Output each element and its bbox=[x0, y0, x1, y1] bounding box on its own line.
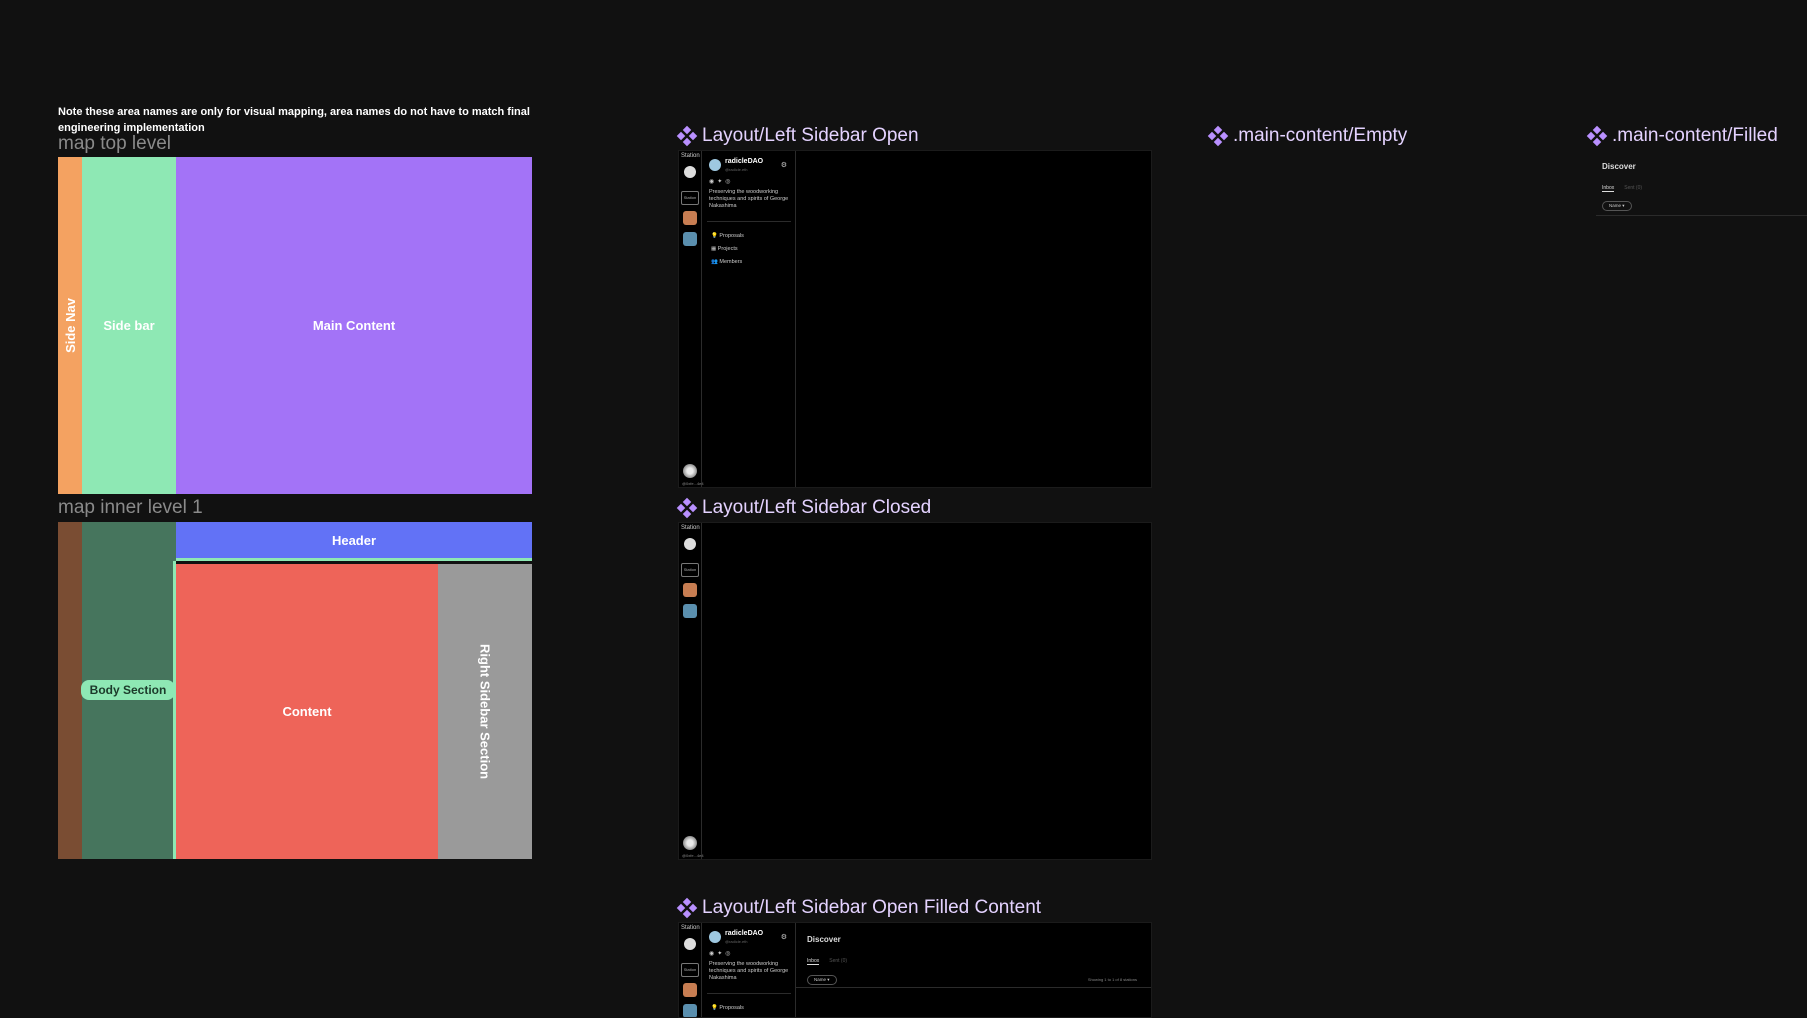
map-side-nav-label: Side Nav bbox=[62, 298, 78, 353]
station-avatar-icon[interactable] bbox=[683, 583, 697, 597]
explore-icon[interactable] bbox=[684, 938, 696, 950]
station-avatar-icon[interactable] bbox=[683, 1004, 697, 1017]
map-content: Content bbox=[176, 564, 438, 859]
org-description: Preserving the woodworking techniques an… bbox=[709, 961, 789, 981]
frame-title-sidebar-closed: Layout/Left Sidebar Closed bbox=[676, 497, 932, 519]
tab-bar: Inbox Sent (0) bbox=[1602, 185, 1642, 192]
frame-sidebar-closed: Station Station @0xfe...4e4 bbox=[678, 522, 1152, 860]
map-top-diagram: Side Nav Side bar Main Content bbox=[58, 157, 532, 494]
sidebar-item-proposals[interactable]: 💡 Proposals bbox=[711, 233, 744, 239]
side-nav-rail: Station Station @0xfe...4e4 bbox=[679, 151, 704, 487]
frame-title-text: Layout/Left Sidebar Open bbox=[702, 125, 919, 146]
name-filter-dropdown[interactable]: Name ▾ bbox=[1602, 201, 1632, 211]
rail-station-active[interactable]: Station bbox=[681, 963, 699, 977]
name-filter-dropdown[interactable]: Name ▾ bbox=[807, 975, 837, 985]
tab-sent[interactable]: Sent (0) bbox=[1624, 185, 1642, 192]
left-sidebar: radicleDAO @radicle.eth ⚙ ◉✦◎ Preserving… bbox=[701, 923, 796, 1017]
tab-bar: Inbox Sent (0) bbox=[807, 958, 847, 965]
side-nav-rail: Station Station bbox=[679, 923, 702, 1017]
content-divider bbox=[1596, 215, 1807, 216]
page-title: Discover bbox=[807, 935, 841, 944]
sidebar-item-label: Proposals bbox=[719, 233, 744, 239]
sidebar-item-label: Proposals bbox=[719, 1005, 744, 1011]
org-name: radicleDAO bbox=[725, 158, 764, 165]
org-avatar bbox=[709, 159, 721, 171]
map-inner-label: map inner level 1 bbox=[58, 497, 203, 518]
layout-note: Note these area names are only for visua… bbox=[58, 106, 530, 134]
social-icons[interactable]: ◉✦◎ bbox=[709, 178, 734, 185]
explore-icon[interactable] bbox=[684, 538, 696, 550]
page-title: Discover bbox=[1602, 162, 1636, 171]
gear-icon[interactable]: ⚙ bbox=[781, 161, 787, 169]
tab-inbox[interactable]: Inbox bbox=[807, 958, 820, 965]
map-top-label: map top level bbox=[58, 133, 172, 154]
rail-station-label: Station bbox=[681, 525, 700, 531]
frame-title-text: Layout/Left Sidebar Closed bbox=[702, 497, 932, 518]
rail-station-label: Station bbox=[681, 925, 700, 931]
side-nav-rail: Station Station @0xfe...4e4 bbox=[679, 523, 704, 859]
map-header-label: Header bbox=[331, 532, 377, 548]
main-content-filled: Discover Inbox Sent (0) Name ▾ Showing 1… bbox=[795, 923, 1151, 1017]
rail-user-address: @0xfe...4e4 bbox=[682, 853, 704, 858]
frame-title-main-filled: .main-content/Filled bbox=[1586, 125, 1778, 147]
sidebar-item-label: Members bbox=[719, 259, 743, 265]
content-divider bbox=[795, 987, 1151, 988]
map-body-section-badge: Body Section bbox=[81, 680, 175, 700]
frame-title-text: .main-content/Empty bbox=[1233, 125, 1408, 146]
frame-title-sidebar-open-filled: Layout/Left Sidebar Open Filled Content bbox=[676, 897, 1042, 919]
component-icon bbox=[676, 125, 698, 147]
station-avatar-icon[interactable] bbox=[683, 983, 697, 997]
map-side-bar-label: Side bar bbox=[103, 318, 155, 333]
rail-station-active[interactable]: Station bbox=[681, 563, 699, 577]
frame-title-main-empty: .main-content/Empty bbox=[1207, 125, 1408, 147]
map-main-content-label: Main Content bbox=[312, 318, 396, 333]
map-inner-diagram: Header Content Right Sidebar Section Bod… bbox=[58, 522, 532, 859]
rail-station-active[interactable]: Station bbox=[681, 191, 699, 205]
map-side-bar: Side bar bbox=[82, 157, 176, 494]
map-side-nav: Side Nav bbox=[58, 157, 82, 494]
frame-title-text: Layout/Left Sidebar Open Filled Content bbox=[702, 897, 1042, 918]
rail-station-label: Station bbox=[681, 153, 700, 159]
org-name: radicleDAO bbox=[725, 930, 764, 937]
component-icon bbox=[676, 497, 698, 519]
sidebar-item-label: Projects bbox=[717, 246, 738, 252]
explore-icon[interactable] bbox=[684, 166, 696, 178]
map-right-sidebar: Right Sidebar Section bbox=[438, 564, 532, 859]
org-handle: @radicle.eth bbox=[725, 167, 748, 172]
user-avatar[interactable] bbox=[683, 464, 697, 478]
sidebar-divider bbox=[707, 993, 791, 994]
station-avatar-icon[interactable] bbox=[683, 232, 697, 246]
sidebar-item-proposals[interactable]: 💡 Proposals bbox=[711, 1005, 744, 1011]
pagination-text: Showing 1 to 1 of 8 stations bbox=[1087, 977, 1137, 982]
org-avatar bbox=[709, 931, 721, 943]
frame-sidebar-open-filled: Station Station radicleDAO @radicle.eth … bbox=[678, 922, 1152, 1018]
map-content-label: Content bbox=[282, 704, 332, 719]
sidebar-item-members[interactable]: 👥 Members bbox=[711, 259, 742, 265]
component-icon bbox=[676, 897, 698, 919]
map-header: Header bbox=[176, 522, 532, 561]
station-avatar-icon[interactable] bbox=[683, 211, 697, 225]
left-sidebar: radicleDAO @radicle.eth ⚙ ◉✦◎ Preserving… bbox=[701, 151, 796, 487]
social-icons[interactable]: ◉✦◎ bbox=[709, 950, 734, 957]
station-avatar-icon[interactable] bbox=[683, 604, 697, 618]
map-body-section-label: Body Section bbox=[89, 683, 167, 697]
component-icon bbox=[1207, 125, 1229, 147]
tab-inbox[interactable]: Inbox bbox=[1602, 185, 1615, 192]
org-description: Preserving the woodworking techniques an… bbox=[709, 189, 789, 209]
map-inner-nav bbox=[58, 522, 82, 859]
frame-title-sidebar-open: Layout/Left Sidebar Open bbox=[676, 125, 919, 147]
map-right-sidebar-label: Right Sidebar Section bbox=[477, 643, 493, 780]
frame-sidebar-open: Station Station @0xfe...4e4 radicleDAO @… bbox=[678, 150, 1152, 488]
component-icon bbox=[1586, 125, 1608, 147]
map-main-content: Main Content bbox=[176, 157, 532, 494]
tab-sent[interactable]: Sent (0) bbox=[829, 958, 847, 965]
user-avatar[interactable] bbox=[683, 836, 697, 850]
sidebar-item-projects[interactable]: ▦ Projects bbox=[711, 246, 738, 252]
sidebar-divider bbox=[707, 221, 791, 222]
gear-icon[interactable]: ⚙ bbox=[781, 933, 787, 941]
frame-main-filled: Discover Inbox Sent (0) Name ▾ bbox=[1596, 150, 1807, 220]
org-handle: @radicle.eth bbox=[725, 939, 748, 944]
frame-title-text: .main-content/Filled bbox=[1612, 125, 1778, 146]
